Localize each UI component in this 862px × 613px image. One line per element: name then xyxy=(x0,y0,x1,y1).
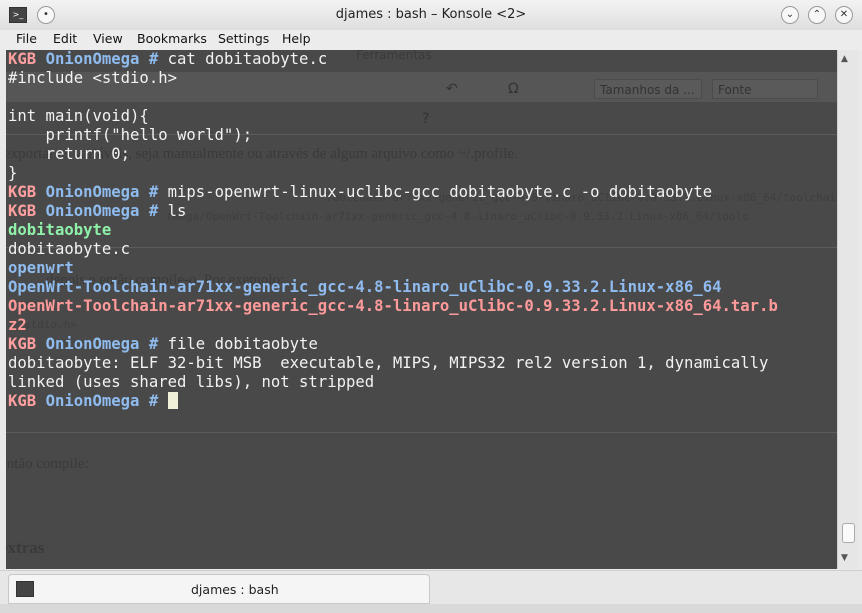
menu-edit[interactable]: Edit xyxy=(53,31,77,46)
menu-bookmarks[interactable]: Bookmarks xyxy=(137,31,207,46)
ls-source-file: dobitaobyte.c xyxy=(8,240,131,258)
menu-settings[interactable]: Settings xyxy=(218,31,269,46)
menu-help[interactable]: Help xyxy=(282,31,311,46)
terminal-output: KGB OnionOmega # cat dobitaobyte.c #inclu… xyxy=(8,50,778,410)
ls-executable: dobitaobyte xyxy=(8,221,112,239)
scroll-up-icon[interactable]: ▲ xyxy=(841,54,848,64)
terminal-view[interactable]: Ferramentas ↶ Ω Tamanhos da ... Fonte ? … xyxy=(6,50,837,569)
menu-bar: File Edit View Bookmarks Settings Help xyxy=(0,30,862,50)
terminal-cursor xyxy=(167,392,178,409)
ls-archive: OpenWrt-Toolchain-ar71xx-generic_gcc-4.8… xyxy=(8,297,778,315)
ls-dir-toolchain: OpenWrt-Toolchain-ar71xx-generic_gcc-4.8… xyxy=(8,278,722,296)
vertical-scrollbar[interactable]: ▲ ▼ xyxy=(837,50,858,569)
scroll-down-icon[interactable]: ▼ xyxy=(841,553,848,563)
tab-label: djames : bash xyxy=(191,582,279,597)
bg-text-3: então compile: xyxy=(6,456,89,472)
menu-file[interactable]: File xyxy=(16,31,37,46)
terminal-tab-icon xyxy=(16,581,34,597)
minimize-icon[interactable]: ⌄ xyxy=(781,6,799,24)
menu-view[interactable]: View xyxy=(93,31,123,46)
maximize-icon[interactable]: ⌃ xyxy=(808,6,826,24)
ls-dir-openwrt: openwrt xyxy=(8,259,74,277)
close-icon[interactable]: ✕ xyxy=(835,6,853,24)
tab-bar: djames : bash xyxy=(0,570,862,605)
bg-heading: extras xyxy=(6,538,45,557)
scrollbar-thumb[interactable] xyxy=(842,523,855,543)
title-bar: >_ • djames : bash – Konsole <2> ⌄ ⌃ ✕ xyxy=(0,0,862,31)
window-title: djames : bash – Konsole <2> xyxy=(335,7,527,22)
tab-djames-bash[interactable]: djames : bash xyxy=(8,574,430,604)
bottom-strip xyxy=(0,604,862,613)
